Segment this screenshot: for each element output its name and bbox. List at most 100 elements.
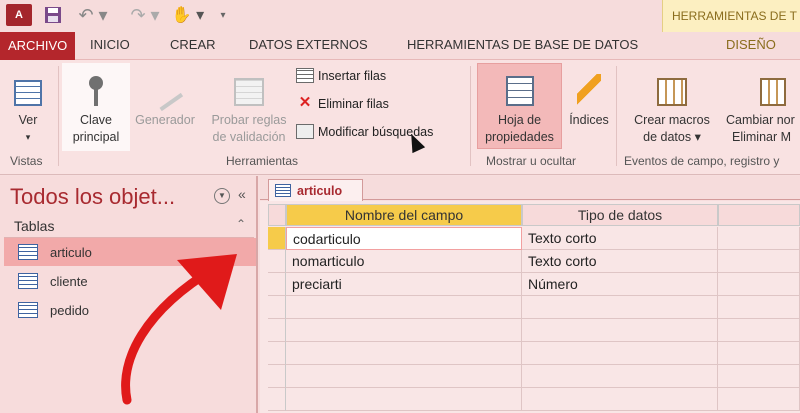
data-type-cell[interactable] xyxy=(522,296,718,319)
table-icon xyxy=(18,302,38,318)
field-name-cell[interactable] xyxy=(286,342,522,365)
data-type-cell[interactable] xyxy=(522,342,718,365)
indexes-button[interactable]: Índices xyxy=(563,68,615,129)
description-cell[interactable] xyxy=(718,296,800,319)
group-label-herramientas: Herramientas xyxy=(226,154,299,168)
test-validation-button[interactable]: Probar reglas de validación xyxy=(203,68,295,146)
data-macros-icon xyxy=(657,78,687,106)
tab-diseno[interactable]: DISEÑO xyxy=(726,37,776,52)
customize-toolbar-icon[interactable]: ▾ xyxy=(216,4,230,26)
data-type-cell[interactable]: Número xyxy=(522,273,718,296)
description-cell[interactable] xyxy=(718,273,800,296)
create-data-macros-label-2: de datos ▾ xyxy=(643,130,701,144)
nav-section-tablas[interactable]: Tablas ⌃ xyxy=(4,216,254,238)
primary-key-button[interactable]: Clave principal xyxy=(64,68,128,146)
delete-rows-button[interactable]: ✕ Eliminar filas xyxy=(296,94,389,111)
tab-herramientas-bd[interactable]: HERRAMIENTAS DE BASE DE DATOS xyxy=(407,37,638,52)
data-type-cell[interactable]: Texto corto xyxy=(522,250,718,273)
property-sheet-icon xyxy=(505,76,534,106)
field-name-cell[interactable]: preciarti xyxy=(286,273,522,296)
data-type-cell[interactable] xyxy=(522,388,718,411)
ribbon-separator xyxy=(470,66,471,166)
description-cell[interactable] xyxy=(718,342,800,365)
table-row[interactable] xyxy=(268,388,800,411)
annotation-arrow-icon xyxy=(121,254,237,405)
group-label-eventos: Eventos de campo, registro y xyxy=(624,154,780,168)
nav-item-label: pedido xyxy=(50,302,90,318)
table-row[interactable] xyxy=(268,342,800,365)
validation-rules-icon xyxy=(234,78,264,106)
table-row[interactable]: nomarticulo Texto corto xyxy=(268,250,800,273)
data-type-cell[interactable]: Texto corto xyxy=(522,227,718,250)
tab-archivo[interactable]: ARCHIVO xyxy=(0,32,76,60)
property-sheet-button[interactable]: Hoja de propiedades xyxy=(478,68,561,146)
view-label: Ver xyxy=(18,113,38,127)
section-collapse-icon: ⌃ xyxy=(235,217,246,231)
rename-macro-button[interactable]: Cambiar nor Eliminar M xyxy=(726,68,800,146)
nav-section-label: Tablas xyxy=(14,218,55,234)
view-dropdown-icon: ▾ xyxy=(25,132,31,142)
description-cell[interactable] xyxy=(718,388,800,411)
column-header-data-type[interactable]: Tipo de datos xyxy=(522,204,718,226)
rename-macro-label-2: Eliminar M xyxy=(732,130,792,144)
field-name-cell[interactable] xyxy=(286,296,522,319)
primary-key-label-2: principal xyxy=(72,130,120,144)
save-icon[interactable] xyxy=(42,4,64,26)
table-row[interactable]: preciarti Número xyxy=(268,273,800,296)
document-tab-articulo[interactable]: articulo xyxy=(268,179,363,201)
test-validation-label-2: de validación xyxy=(212,130,286,144)
description-cell[interactable] xyxy=(718,227,800,250)
tab-crear[interactable]: CREAR xyxy=(170,37,216,52)
table-row[interactable] xyxy=(268,365,800,388)
test-validation-label-1: Probar reglas xyxy=(211,113,287,127)
tab-datos-externos[interactable]: DATOS EXTERNOS xyxy=(249,37,368,52)
description-cell[interactable] xyxy=(718,319,800,342)
touch-mode-icon[interactable]: ✋ ▾ xyxy=(170,4,206,26)
document-tab-label: articulo xyxy=(297,183,343,198)
nav-pane-title[interactable]: Todos los objet... xyxy=(10,184,175,210)
insert-rows-button[interactable]: Insertar filas xyxy=(296,68,386,83)
field-name-cell[interactable] xyxy=(286,388,522,411)
data-type-cell[interactable] xyxy=(522,365,718,388)
create-data-macros-button[interactable]: Crear macros de datos ▾ xyxy=(622,68,722,146)
tab-inicio[interactable]: INICIO xyxy=(90,37,130,52)
table-row[interactable] xyxy=(268,296,800,319)
indexes-label: Índices xyxy=(569,113,609,127)
undo-icon[interactable]: ↶ ▾ xyxy=(76,4,110,26)
rename-macro-label-1: Cambiar nor xyxy=(726,113,795,127)
table-row[interactable] xyxy=(268,319,800,342)
field-name-cell[interactable]: nomarticulo xyxy=(286,250,522,273)
table-icon xyxy=(275,184,291,197)
builder-wand-icon xyxy=(146,74,184,112)
key-icon xyxy=(89,76,103,106)
delete-rows-icon: ✕ xyxy=(298,94,312,111)
grid-corner[interactable] xyxy=(268,204,286,226)
column-header-field-name[interactable]: Nombre del campo xyxy=(286,204,522,226)
field-name-cell[interactable]: codarticulo xyxy=(286,227,522,250)
field-name-cell[interactable] xyxy=(286,365,522,388)
primary-key-label-1: Clave xyxy=(80,113,112,127)
document-tab-bar: articulo xyxy=(260,176,800,201)
view-grid-icon xyxy=(14,80,42,106)
field-name-cell[interactable] xyxy=(286,319,522,342)
group-label-mostrar: Mostrar u ocultar xyxy=(486,154,577,168)
redo-icon[interactable]: ↷ ▾ xyxy=(128,4,162,26)
rename-macro-icon xyxy=(760,78,786,106)
nav-item-label: articulo xyxy=(50,244,92,260)
modify-lookups-icon xyxy=(296,124,314,139)
description-cell[interactable] xyxy=(718,250,800,273)
view-button[interactable]: Ver ▾ xyxy=(8,68,48,146)
builder-button[interactable]: Generador xyxy=(130,68,200,129)
table-icon xyxy=(18,273,38,289)
group-label-vistas: Vistas xyxy=(10,154,43,168)
ribbon-separator xyxy=(58,66,59,166)
data-type-cell[interactable] xyxy=(522,319,718,342)
column-header-description[interactable] xyxy=(718,204,800,226)
description-cell[interactable] xyxy=(718,365,800,388)
nav-menu-icon[interactable]: ▼ xyxy=(214,188,230,204)
property-sheet-label-1: Hoja de xyxy=(497,113,542,127)
indexes-bolt-icon xyxy=(577,74,601,106)
contextual-group-title: HERRAMIENTAS DE T xyxy=(672,9,797,23)
nav-collapse-icon[interactable]: « xyxy=(238,186,246,202)
table-row[interactable]: codarticulo Texto corto xyxy=(268,227,800,250)
